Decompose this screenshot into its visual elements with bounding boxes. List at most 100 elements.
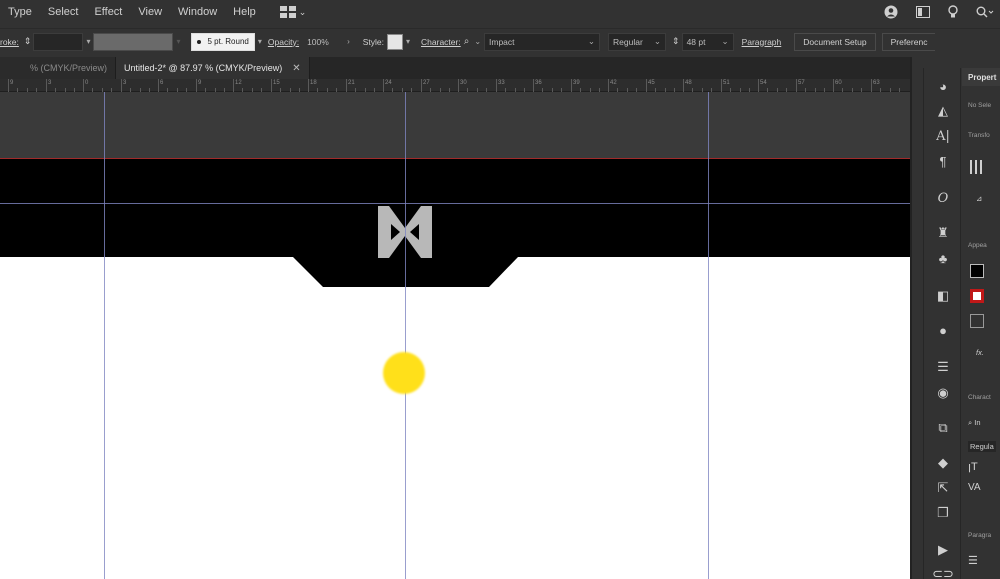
- font-size-icon[interactable]: ꞁT: [968, 460, 978, 473]
- transform-section-label: Transfo: [968, 132, 990, 139]
- preferences-button[interactable]: Preferenc: [881, 32, 936, 51]
- tab-label: Untitled-2* @ 87.97 % (CMYK/Preview): [124, 63, 283, 73]
- document-setup-button[interactable]: Document Setup: [794, 32, 876, 51]
- menu-effect[interactable]: Effect: [86, 6, 130, 18]
- paragraph-icon[interactable]: ¶: [932, 151, 954, 171]
- font-size-field[interactable]: 48 pt ⌄: [681, 32, 734, 51]
- font-search-icon[interactable]: ⌕: [464, 36, 470, 47]
- horizontal-ruler[interactable]: 9 3 0 3 6 9 12 15 18 21 24 27 30 33 36 39 42 45 48 51 54 57 60…: [0, 79, 912, 92]
- font-family-field[interactable]: Impact ⌄: [484, 32, 601, 51]
- vertical-guide[interactable]: [405, 92, 406, 579]
- ruler-tick: [158, 79, 159, 92]
- opacity-swatch[interactable]: [970, 314, 984, 328]
- fill-swatch[interactable]: [970, 264, 984, 278]
- character-icon[interactable]: A|: [932, 126, 954, 146]
- opentype-icon[interactable]: O: [932, 188, 954, 208]
- ruler-tick: [271, 79, 272, 92]
- character-label[interactable]: Character:: [421, 37, 461, 47]
- stroke-swatch[interactable]: [970, 289, 984, 303]
- stroke-weight-field[interactable]: [33, 32, 84, 51]
- brush-label: 5 pt. Round: [207, 37, 249, 46]
- variable-width-profile-field[interactable]: [93, 32, 174, 51]
- graphic-style-swatch[interactable]: [387, 33, 403, 50]
- stroke-weight-stepper-icon[interactable]: ⇕: [24, 36, 32, 47]
- ruler-label: 0: [85, 80, 89, 86]
- header-shape[interactable]: [0, 92, 910, 579]
- chevron-right-icon[interactable]: ›: [347, 37, 350, 46]
- actions-play-icon[interactable]: ▶: [932, 540, 954, 560]
- cursor-highlight: [383, 352, 425, 394]
- vertical-guide[interactable]: [104, 92, 105, 579]
- menu-view[interactable]: View: [130, 6, 170, 18]
- ruler-tick: [608, 79, 609, 92]
- ruler-label: 9: [198, 80, 202, 86]
- font-field-partial[interactable]: ⌕ In: [968, 418, 981, 428]
- chevron-down-icon[interactable]: ▾: [258, 37, 262, 46]
- ruler-label: 30: [460, 80, 467, 86]
- close-icon[interactable]: ✕: [292, 63, 300, 74]
- color-guide-icon[interactable]: ◕: [932, 76, 954, 96]
- opacity-label[interactable]: Opacity:: [268, 37, 299, 47]
- transparency-icon[interactable]: ◧: [932, 286, 954, 306]
- triangle-icon: ⊿: [976, 194, 983, 203]
- arrange-grid-icon: [279, 6, 296, 18]
- paragraph-label[interactable]: Paragraph: [742, 37, 782, 47]
- puppet-icon[interactable]: ♜: [932, 223, 954, 243]
- fx-label[interactable]: fx.: [976, 348, 984, 357]
- align-left-icon[interactable]: ☰: [968, 554, 978, 567]
- user-account-icon[interactable]: [884, 5, 898, 19]
- panel-layout-icon[interactable]: [916, 6, 930, 18]
- ruler-label: 63: [873, 80, 880, 86]
- chevron-down-icon[interactable]: ▾: [406, 37, 410, 46]
- tab-document-2[interactable]: Untitled-2* @ 87.97 % (CMYK/Preview) ✕: [116, 57, 310, 79]
- tracking-icon[interactable]: VA: [968, 482, 981, 493]
- lightbulb-icon[interactable]: [948, 5, 958, 19]
- links-icon[interactable]: ⇱: [932, 478, 954, 498]
- stroke-panel-icon[interactable]: ☰: [932, 357, 954, 377]
- horizontal-guide[interactable]: [0, 203, 910, 204]
- ruler-tick: [196, 79, 197, 92]
- symbols-icon[interactable]: ♣: [932, 248, 954, 268]
- artboards-icon[interactable]: ❐: [932, 503, 954, 523]
- tab-document-1[interactable]: % (CMYK/Preview): [0, 57, 116, 79]
- menu-window[interactable]: Window: [170, 6, 225, 18]
- search-icon: ⌕: [968, 418, 973, 427]
- ruler-label: 3: [48, 80, 52, 86]
- pathfinder-icon[interactable]: ◉: [932, 383, 954, 403]
- ruler-label: 3: [123, 80, 127, 86]
- opacity-field[interactable]: 100%: [302, 32, 345, 51]
- arrange-documents-button[interactable]: ⌄: [279, 6, 306, 18]
- ruler-label: 33: [498, 80, 505, 86]
- ruler-tick: [383, 79, 384, 92]
- menu-type[interactable]: Type: [0, 6, 40, 18]
- menu-select[interactable]: Select: [40, 6, 87, 18]
- search-icon[interactable]: [976, 6, 994, 18]
- brush-definition-field[interactable]: 5 pt. Round: [191, 32, 255, 51]
- layers-icon[interactable]: ◆: [932, 453, 954, 473]
- properties-title[interactable]: Propert: [968, 73, 996, 82]
- canvas-area[interactable]: [0, 92, 910, 579]
- ruler-tick: [533, 79, 534, 92]
- reference-point-icon[interactable]: [970, 160, 984, 174]
- appearance-icon[interactable]: ●: [932, 320, 954, 340]
- chevron-down-icon[interactable]: ▾: [86, 37, 90, 46]
- dock-separator: [910, 57, 912, 579]
- font-style-field[interactable]: Regular ⌄: [608, 32, 667, 51]
- vertical-guide[interactable]: [708, 92, 709, 579]
- chevron-down-icon[interactable]: ⌄: [474, 37, 481, 46]
- ruler-tick: [121, 79, 122, 92]
- link-chain-icon[interactable]: ⊂⊃: [932, 564, 954, 579]
- export-icon[interactable]: ⧉: [932, 418, 954, 438]
- font-style-field-partial[interactable]: Regula: [968, 441, 996, 452]
- ruler-tick: [796, 79, 797, 92]
- ruler-label: 27: [423, 80, 430, 86]
- chevron-down-icon[interactable]: ▾: [176, 37, 180, 46]
- stroke-label[interactable]: roke:: [0, 37, 19, 47]
- font-size-stepper-icon[interactable]: ⇕: [672, 36, 680, 47]
- font-size-value: 48 pt: [686, 36, 706, 47]
- ruler-tick: [421, 79, 422, 92]
- chevron-down-icon: ⌄: [587, 36, 596, 46]
- opacity-value: 100%: [307, 36, 329, 47]
- menu-help[interactable]: Help: [225, 6, 264, 18]
- gradient-icon[interactable]: ◭: [932, 101, 954, 121]
